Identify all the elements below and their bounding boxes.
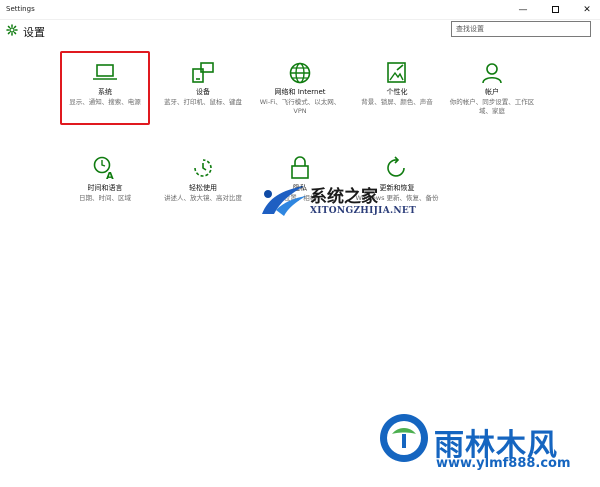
minimize-button[interactable]: — [508,0,538,19]
maximize-icon [551,6,559,13]
globe-icon [289,62,311,84]
minimize-icon: — [518,4,528,15]
close-button[interactable]: ✕ [572,0,600,19]
gear-icon [6,24,18,36]
tile-title: 网络和 Internet [274,88,326,96]
tile-title: 个性化 [386,88,408,96]
maximize-button[interactable] [540,0,570,19]
time-language-icon: A [93,156,114,180]
tile-accounts[interactable]: 帐户 你的帐户、同步设置、工作区域、家庭 [446,62,538,116]
tile-personalization[interactable]: 个性化 背景、锁屏、颜色、声音 [351,62,443,107]
tile-ease-of-access[interactable]: 轻松使用 讲述人、放大镜、高对比度 [157,156,249,203]
laptop-icon [93,64,117,80]
tile-title: 系统 [98,88,112,96]
xitongzhijia-logo-icon [262,186,306,216]
watermark-xitongzhijia: 系统之家 XITONGZHIJIA.NET [254,180,424,220]
tile-title: 设备 [196,88,210,96]
refresh-icon [387,156,405,177]
ylmf-logo-icon [380,414,428,462]
tile-network[interactable]: 网络和 Internet Wi-Fi、飞行模式、以太网、VPN [254,62,346,116]
devices-icon [192,62,214,83]
svg-text:A: A [106,171,114,180]
tile-description: 显示、通知、搜索、电源 [69,98,141,106]
tile-description: 讲述人、放大镜、高对比度 [164,194,242,202]
page-title: 设置 [23,26,45,39]
tile-devices[interactable]: 设备 蓝牙、打印机、鼠标、键盘 [157,62,249,107]
tile-time-language[interactable]: A 时间和语言 日期、时间、区域 [59,156,151,203]
watermark-en-text: XITONGZHIJIA.NET [310,206,417,216]
search-input[interactable] [451,21,591,37]
tile-description: 你的帐户、同步设置、工作区域、家庭 [449,98,535,115]
tile-title: 轻松使用 [189,184,217,192]
ease-of-access-icon [194,159,212,177]
close-icon: ✕ [583,4,591,15]
tile-title: 时间和语言 [87,184,123,192]
lock-icon [291,156,309,179]
watermark-cn-text: 系统之家 [310,187,378,207]
person-icon [482,63,502,84]
tile-system[interactable]: 系统 显示、通知、搜索、电源 [59,62,151,107]
title-bar: Settings — ✕ [0,0,600,20]
tile-description: Wi-Fi、飞行模式、以太网、VPN [259,98,341,115]
tile-description: 日期、时间、区域 [79,194,131,202]
tile-title: 帐户 [485,88,499,96]
tile-description: 蓝牙、打印机、鼠标、键盘 [164,98,242,106]
watermark-url-text: www.ylmf888.com [436,456,571,471]
tile-description: 背景、锁屏、颜色、声音 [361,98,433,106]
personalization-icon [387,62,406,83]
window-title: Settings [6,5,35,13]
